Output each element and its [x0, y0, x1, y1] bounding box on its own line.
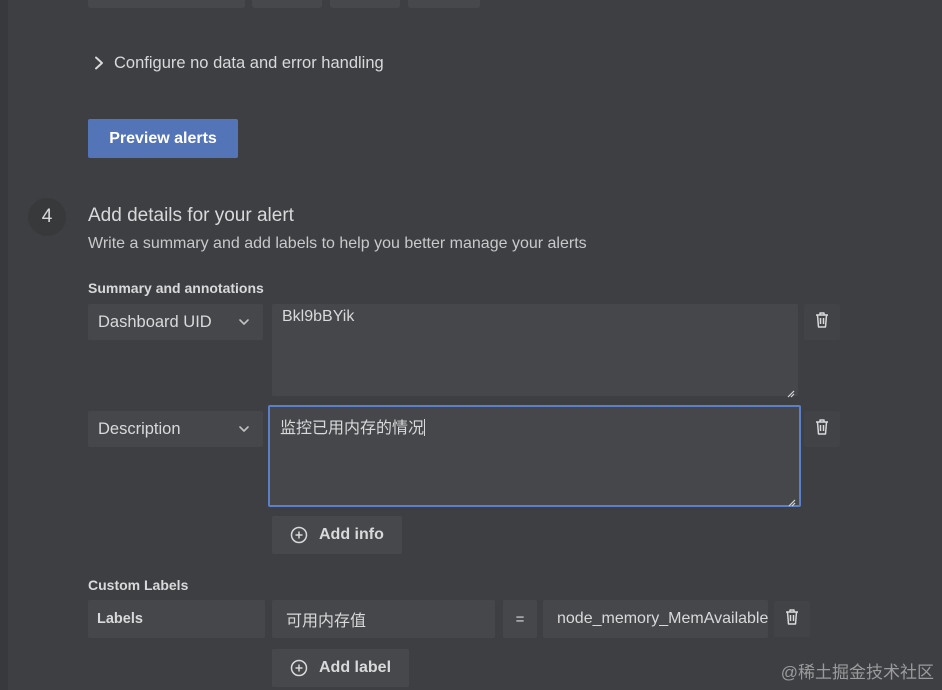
resize-handle-icon[interactable] [787, 385, 795, 398]
clipped-field[interactable] [330, 0, 400, 8]
annotation-value-textarea[interactable]: Bkl9bBYik [272, 304, 798, 398]
chevron-down-icon [237, 315, 251, 329]
annotation-key-value: Description [98, 419, 181, 438]
alert-rule-editor: Configure no data and error handling Pre… [0, 0, 942, 690]
label-value-input[interactable]: node_memory_MemAvailable [543, 600, 768, 638]
no-data-error-handling-toggle[interactable]: Configure no data and error handling [90, 52, 384, 74]
annotation-key-value: Dashboard UID [98, 312, 212, 331]
add-label-button[interactable]: Add label [272, 649, 410, 687]
resize-handle-icon[interactable] [788, 494, 796, 507]
label-key-input[interactable]: 可用内存值 [272, 600, 495, 638]
delete-annotation-button[interactable] [804, 411, 840, 447]
delete-annotation-button[interactable] [804, 304, 840, 340]
trash-icon [784, 608, 800, 631]
plus-circle-icon [290, 526, 308, 544]
annotation-key-select[interactable]: Description [88, 411, 263, 447]
delete-label-button[interactable] [774, 601, 810, 637]
annotation-value-text: Bkl9bBYik [282, 308, 355, 325]
labels-header: Labels [88, 600, 265, 638]
plus-circle-icon [290, 659, 308, 677]
left-gutter [0, 0, 8, 690]
trash-icon [814, 418, 830, 441]
summary-annotations-label: Summary and annotations [88, 280, 264, 296]
clipped-field[interactable] [252, 0, 322, 8]
annotation-key-select[interactable]: Dashboard UID [88, 304, 263, 340]
chevron-down-icon [237, 422, 251, 436]
step-number: 4 [28, 198, 66, 236]
description-textarea[interactable]: 监控已用内存的情况 [268, 405, 801, 507]
label-operator: = [503, 600, 537, 638]
add-info-label: Add info [319, 526, 384, 543]
add-info-button[interactable]: Add info [272, 516, 402, 554]
step-subtitle: Write a summary and add labels to help y… [88, 235, 587, 252]
step-title: Add details for your alert [88, 205, 294, 226]
trash-icon [814, 311, 830, 334]
add-label-text: Add label [319, 659, 392, 676]
text-cursor [424, 419, 426, 436]
watermark: @稀土掘金技术社区 [780, 663, 934, 682]
custom-labels-label: Custom Labels [88, 577, 189, 593]
annotation-value-text: 监控已用内存的情况 [280, 420, 425, 437]
toggle-label: Configure no data and error handling [114, 53, 384, 72]
clipped-field[interactable] [408, 0, 480, 8]
clipped-field[interactable] [88, 0, 245, 8]
preview-alerts-button[interactable]: Preview alerts [88, 119, 238, 158]
chevron-right-icon [90, 52, 108, 74]
